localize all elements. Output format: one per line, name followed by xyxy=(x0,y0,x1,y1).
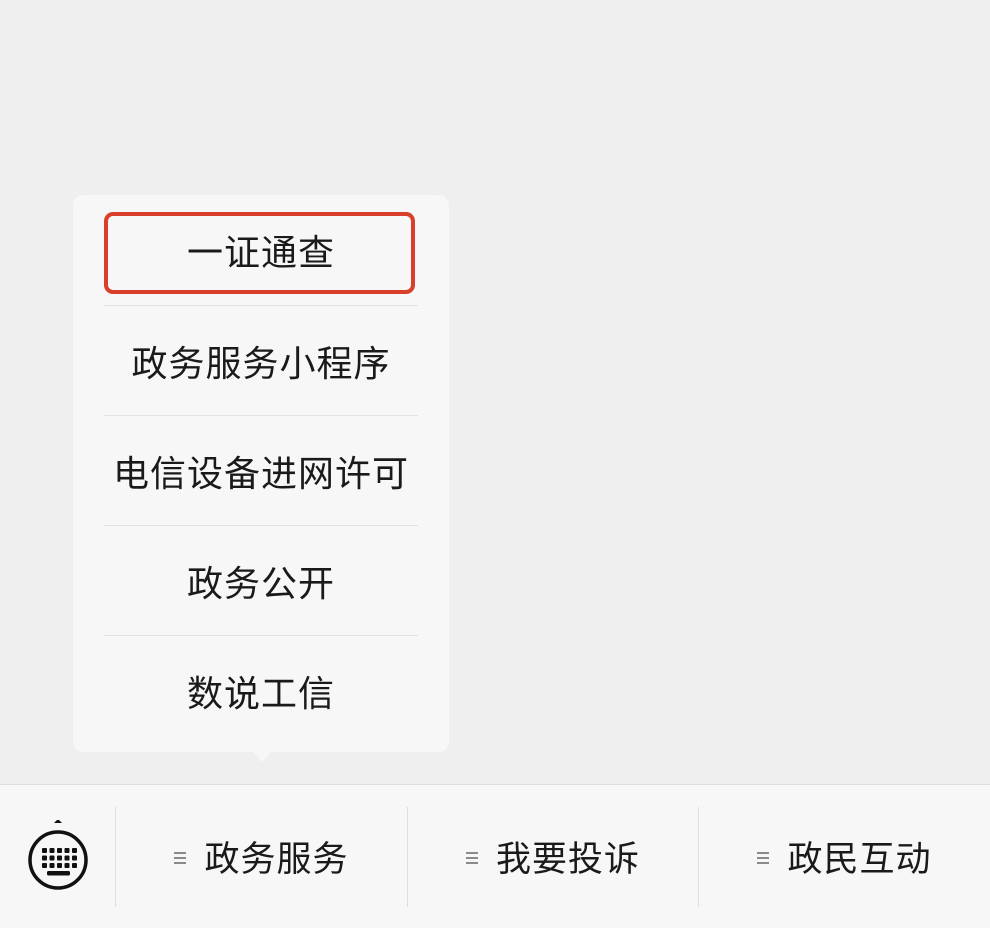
submenu-item-mini-program[interactable]: 政务服务小程序 xyxy=(104,305,418,415)
tab-interaction[interactable]: 政民互动 xyxy=(699,785,990,928)
menu-lines-icon xyxy=(465,851,478,864)
tab-complaint[interactable]: 我要投诉 xyxy=(408,785,698,928)
submenu-popup: 一证通查 政务服务小程序 电信设备进网许可 政务公开 数说工信 xyxy=(73,195,449,752)
bottom-menu-bar: 政务服务 我要投诉 政民互动 xyxy=(0,784,990,928)
menu-lines-icon xyxy=(174,851,187,864)
submenu-item-label: 政务服务小程序 xyxy=(131,343,391,385)
submenu-item-label: 一证通查 xyxy=(186,233,335,274)
submenu-item-gov-disclosure[interactable]: 政务公开 xyxy=(104,525,418,635)
tab-label: 政务服务 xyxy=(204,840,349,880)
keyboard-icon xyxy=(27,819,88,890)
submenu-item-label: 数说工信 xyxy=(186,673,335,715)
submenu-item-yizhengtongcha[interactable]: 一证通查 xyxy=(104,195,418,305)
submenu-item-label: 政务公开 xyxy=(186,563,335,605)
submenu-item-label: 电信设备进网许可 xyxy=(112,453,409,495)
tab-label: 政民互动 xyxy=(787,840,932,880)
popup-pointer xyxy=(251,750,273,762)
keyboard-toggle-button[interactable] xyxy=(0,785,115,928)
menu-lines-icon xyxy=(757,851,770,864)
tab-government-services[interactable]: 政务服务 xyxy=(116,785,407,928)
submenu-item-network-license[interactable]: 电信设备进网许可 xyxy=(104,415,418,525)
tab-label: 我要投诉 xyxy=(495,840,640,880)
submenu-item-data-talk[interactable]: 数说工信 xyxy=(104,635,418,745)
